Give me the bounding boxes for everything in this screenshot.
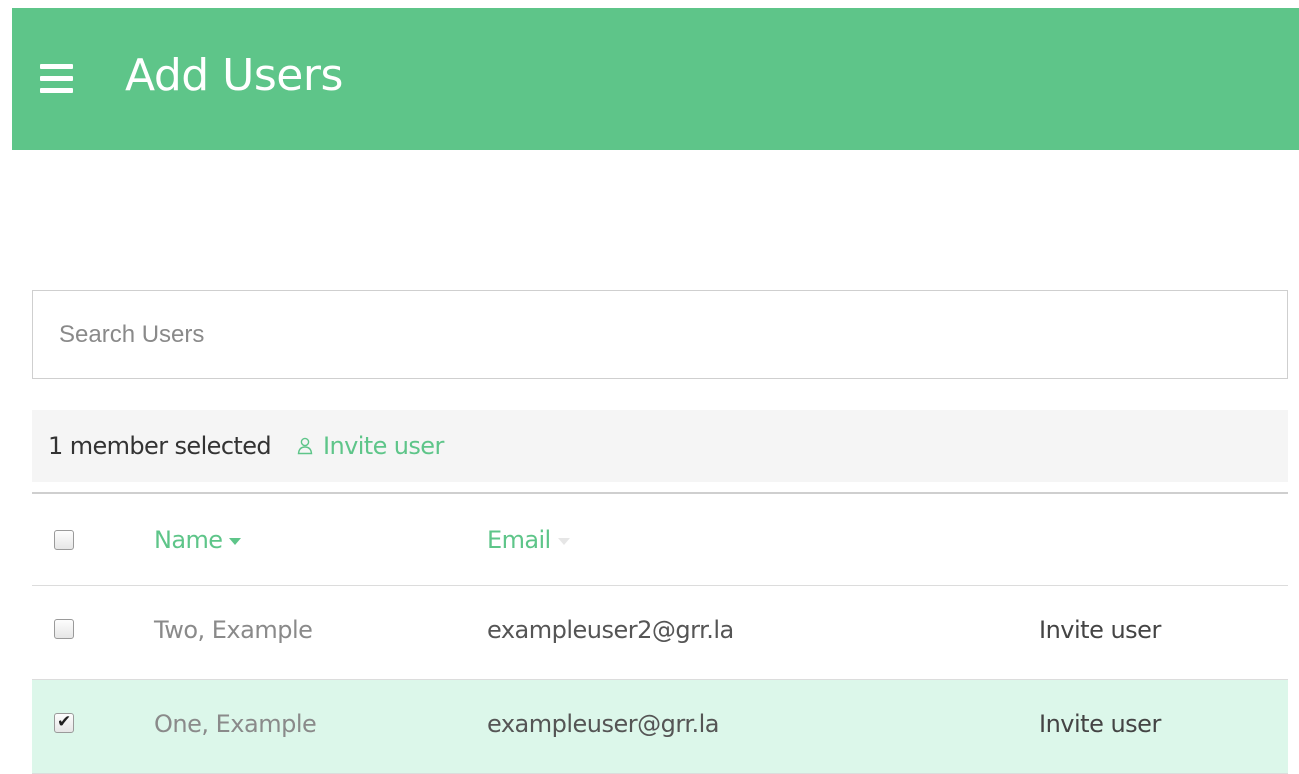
hamburger-menu-icon[interactable] xyxy=(40,64,73,94)
table-row[interactable]: Two, Example exampleuser2@grr.la Invite … xyxy=(32,586,1288,680)
search-box xyxy=(32,290,1288,379)
name-column-label: Name xyxy=(154,526,223,554)
user-name: Two, Example xyxy=(154,616,313,644)
checkmark-icon: ✔ xyxy=(57,712,72,732)
email-column-header[interactable]: Email xyxy=(487,526,570,554)
selection-bar: 1 member selected Invite user xyxy=(32,410,1288,482)
app-header: Add Users xyxy=(12,8,1299,150)
users-table: Name Email Two, Example exampleuser2@grr… xyxy=(32,492,1288,774)
user-icon xyxy=(297,437,313,455)
sort-inactive-icon xyxy=(557,538,570,545)
user-name: One, Example xyxy=(154,710,317,738)
user-email: exampleuser2@grr.la xyxy=(487,616,734,644)
sort-descending-icon xyxy=(229,538,242,545)
table-header: Name Email xyxy=(32,492,1288,586)
search-input[interactable] xyxy=(33,291,1287,378)
row-checkbox[interactable] xyxy=(54,619,74,639)
page-title: Add Users xyxy=(125,50,343,101)
user-email: exampleuser@grr.la xyxy=(487,710,720,738)
invite-user-button[interactable]: Invite user xyxy=(1039,616,1161,644)
select-all-checkbox[interactable] xyxy=(54,530,74,550)
email-column-label: Email xyxy=(487,526,551,554)
name-column-header[interactable]: Name xyxy=(154,526,242,554)
invite-user-button[interactable]: Invite user xyxy=(1039,710,1161,738)
invite-user-link[interactable]: Invite user xyxy=(297,432,444,460)
invite-user-label: Invite user xyxy=(323,432,444,460)
row-checkbox[interactable]: ✔ xyxy=(54,712,74,733)
selected-count: 1 member selected xyxy=(48,432,272,460)
table-row[interactable]: ✔ One, Example exampleuser@grr.la Invite… xyxy=(32,680,1288,774)
